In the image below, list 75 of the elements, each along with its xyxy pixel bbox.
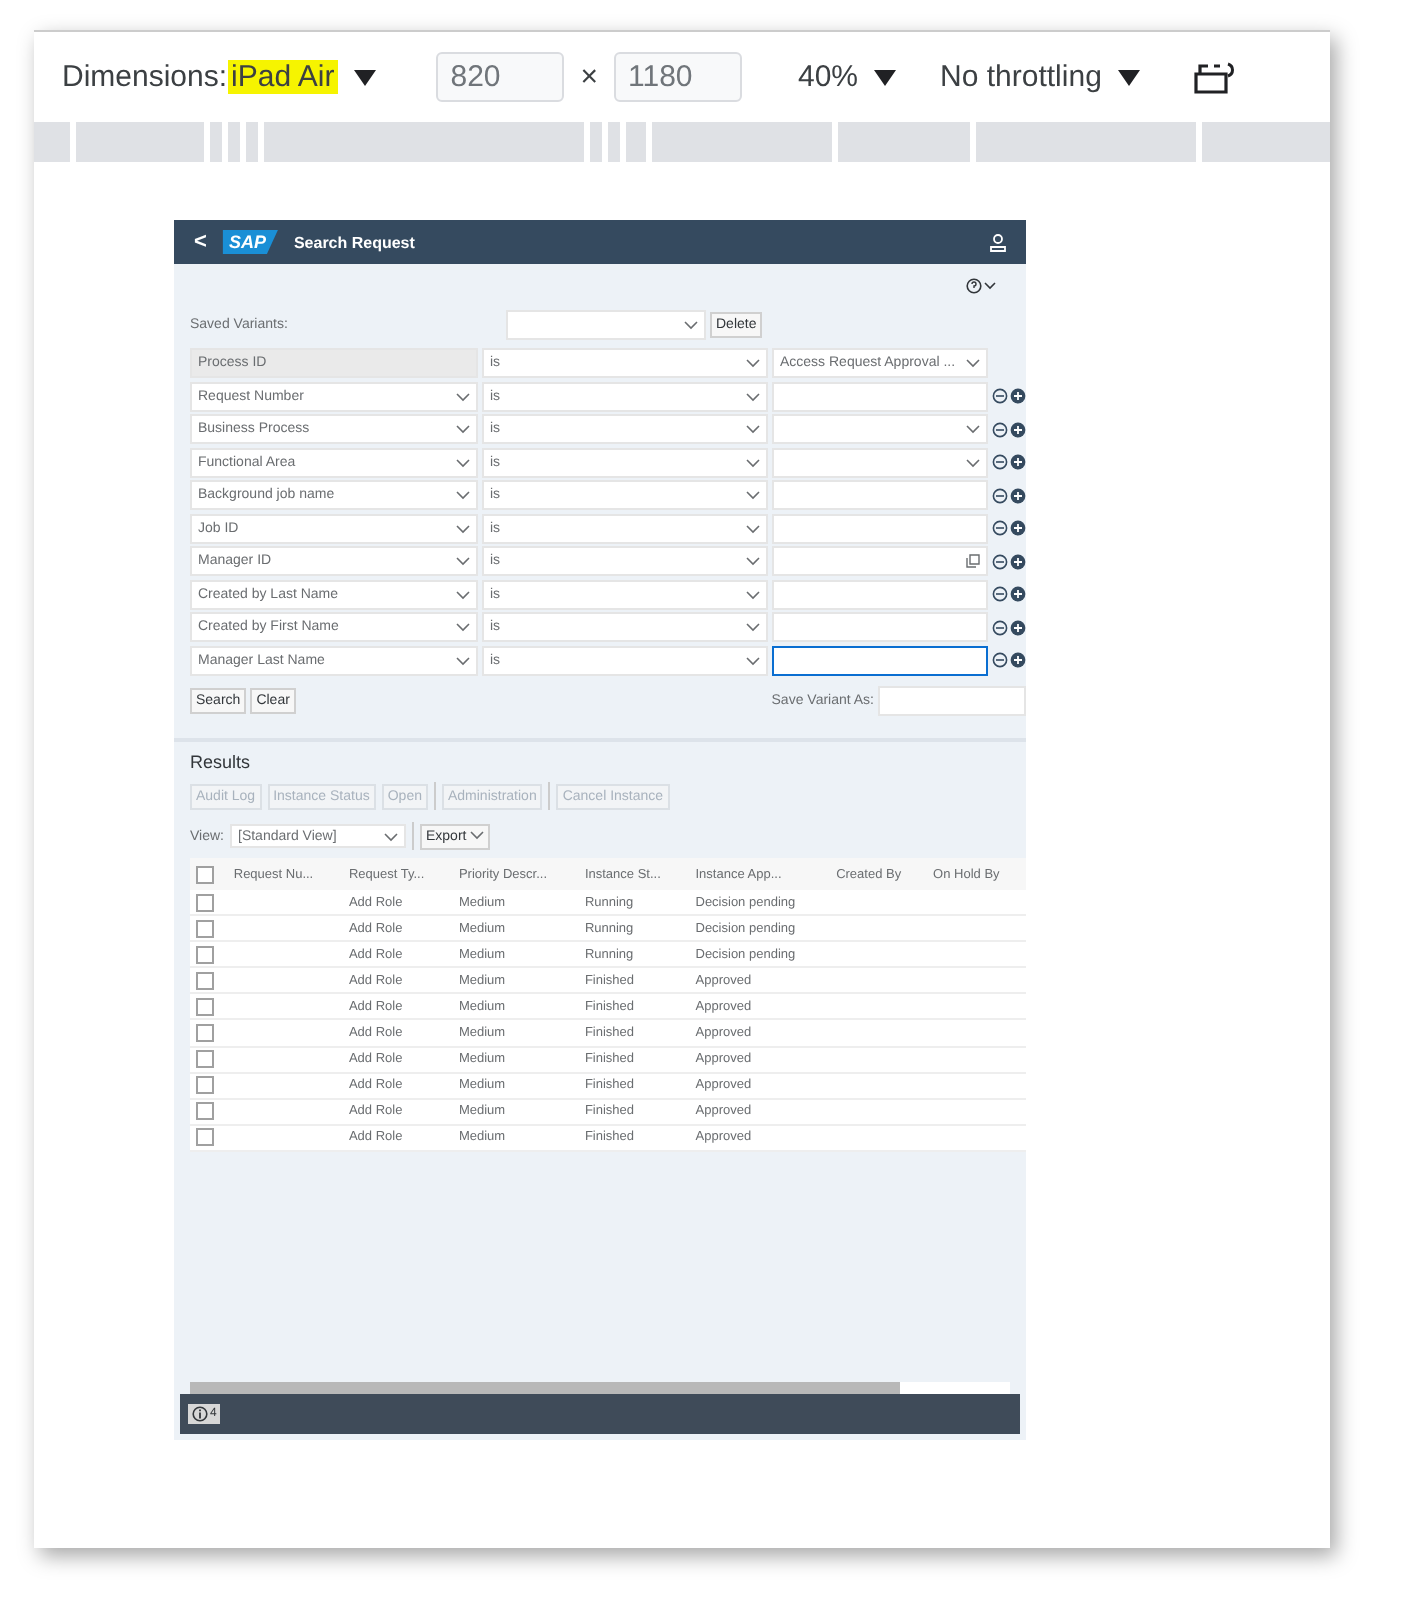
caret-icon bbox=[746, 523, 760, 534]
caret-icon bbox=[746, 490, 760, 501]
add-icon[interactable] bbox=[1010, 619, 1026, 636]
value-help-icon[interactable] bbox=[966, 554, 980, 569]
add-icon[interactable] bbox=[1010, 388, 1026, 405]
caret-icon bbox=[456, 424, 470, 435]
help-icon[interactable] bbox=[966, 278, 998, 294]
times-sign: × bbox=[580, 60, 598, 94]
remove-icon[interactable] bbox=[992, 388, 1008, 405]
rotate-icon[interactable] bbox=[1191, 57, 1236, 97]
add-icon[interactable] bbox=[1010, 586, 1026, 603]
caret-icon bbox=[456, 556, 470, 567]
back-button[interactable]: < bbox=[194, 230, 207, 254]
dropdown-triangle-icon[interactable] bbox=[1117, 69, 1140, 85]
remove-icon[interactable] bbox=[992, 586, 1008, 603]
page-title: Search Request bbox=[293, 233, 415, 251]
caret-icon bbox=[684, 320, 698, 330]
remove-icon[interactable] bbox=[992, 454, 1008, 471]
row-checkbox[interactable] bbox=[196, 1050, 214, 1069]
caret-icon bbox=[456, 457, 470, 468]
info-icon bbox=[192, 1406, 208, 1422]
select-all-checkbox[interactable] bbox=[196, 865, 214, 883]
row-checkbox[interactable] bbox=[196, 997, 214, 1016]
caret-icon bbox=[456, 622, 470, 633]
dropdown-triangle-icon[interactable] bbox=[874, 69, 897, 85]
remove-icon[interactable] bbox=[992, 619, 1008, 636]
caret-icon bbox=[384, 831, 398, 841]
user-icon[interactable] bbox=[990, 233, 1006, 251]
results-title: Results bbox=[190, 752, 253, 772]
remove-icon[interactable] bbox=[992, 652, 1008, 669]
add-icon[interactable] bbox=[1010, 454, 1026, 471]
row-checkbox[interactable] bbox=[196, 919, 214, 938]
row-checkbox[interactable] bbox=[196, 1128, 214, 1147]
row-checkbox[interactable] bbox=[196, 1102, 214, 1121]
caret-icon bbox=[746, 622, 760, 633]
zoom-label[interactable]: 40% bbox=[798, 60, 859, 94]
caret-icon bbox=[966, 457, 980, 468]
height-field[interactable]: 1180 bbox=[614, 52, 742, 102]
caret-icon bbox=[470, 829, 485, 839]
remove-icon[interactable] bbox=[992, 421, 1008, 438]
caret-icon bbox=[456, 391, 470, 402]
logo: SAP bbox=[222, 230, 278, 254]
save-variant-field[interactable] bbox=[878, 686, 1026, 716]
remove-icon[interactable] bbox=[992, 487, 1008, 504]
row-checkbox[interactable] bbox=[196, 971, 214, 990]
add-icon[interactable] bbox=[1010, 487, 1026, 504]
row-checkbox[interactable] bbox=[196, 1076, 214, 1095]
add-icon[interactable] bbox=[1010, 553, 1026, 570]
caret-icon bbox=[746, 589, 760, 600]
caret-icon bbox=[456, 523, 470, 534]
remove-icon[interactable] bbox=[992, 553, 1008, 570]
width-field[interactable]: 820 bbox=[436, 52, 565, 102]
dimensions-label: Dimensions:iPad Air bbox=[62, 60, 339, 94]
add-icon[interactable] bbox=[1010, 652, 1026, 669]
row-checkbox[interactable] bbox=[196, 893, 214, 912]
add-icon[interactable] bbox=[1010, 520, 1026, 537]
caret-icon bbox=[746, 655, 760, 666]
caret-icon bbox=[456, 490, 470, 501]
dropdown-triangle-icon[interactable] bbox=[354, 69, 377, 85]
caret-icon bbox=[746, 556, 760, 567]
caret-icon bbox=[746, 424, 760, 435]
remove-icon[interactable] bbox=[992, 520, 1008, 537]
row-checkbox[interactable] bbox=[196, 945, 214, 964]
caret-icon bbox=[456, 655, 470, 666]
horizontal-scrollbar[interactable] bbox=[190, 1382, 1010, 1394]
caret-icon bbox=[966, 424, 980, 435]
caret-icon bbox=[966, 358, 980, 369]
caret-icon bbox=[746, 358, 760, 369]
caret-icon bbox=[746, 457, 760, 468]
throttling-label[interactable]: No throttling bbox=[940, 60, 1102, 94]
value-field[interactable] bbox=[772, 645, 988, 676]
row-checkbox[interactable] bbox=[196, 1024, 214, 1043]
caret-icon bbox=[746, 391, 760, 402]
caret-icon bbox=[456, 589, 470, 600]
add-icon[interactable] bbox=[1010, 421, 1026, 438]
